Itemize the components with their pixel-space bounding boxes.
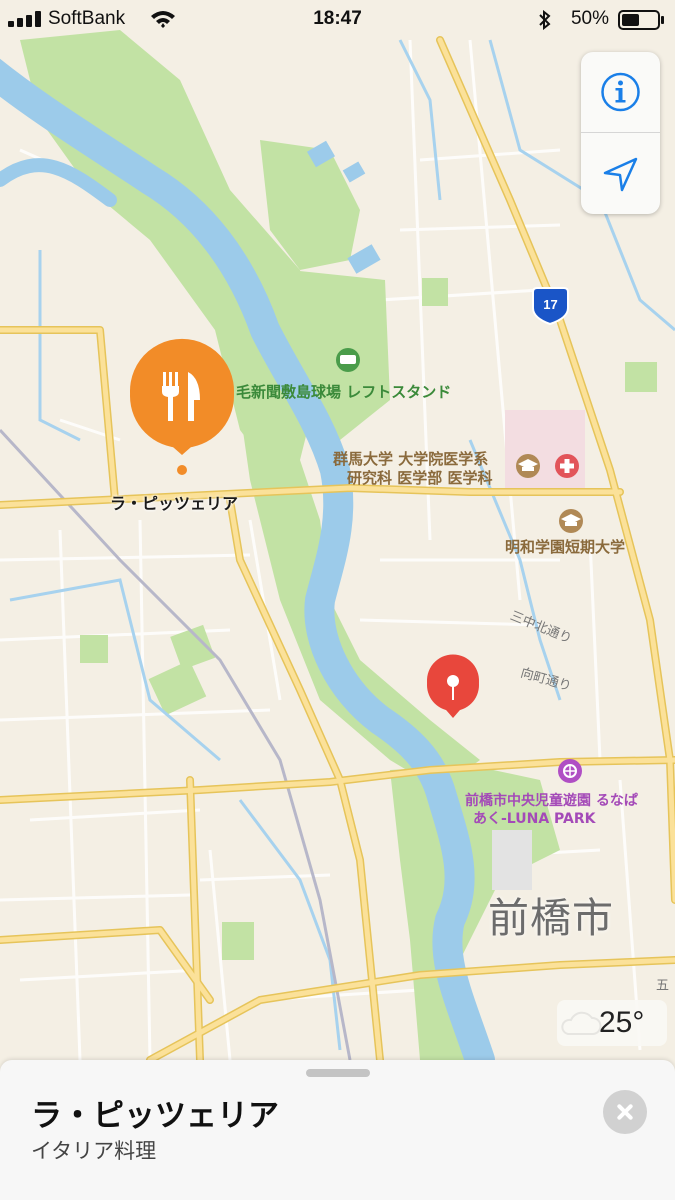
city-label: 前橋市: [488, 894, 614, 942]
location-button[interactable]: [581, 133, 660, 213]
stadium-icon[interactable]: [336, 348, 360, 372]
place-title: ラ・ピッツェリア: [31, 1098, 279, 1134]
battery-percent: 50%: [570, 8, 609, 29]
battery-icon: [618, 10, 664, 30]
map-controls: [581, 52, 660, 214]
weather-badge: 25°: [557, 1000, 667, 1046]
highway-shield[interactable]: 17: [532, 287, 569, 326]
park-label-line1[interactable]: 前橋市中央児童遊園 るなぱ: [465, 792, 638, 810]
close-button[interactable]: [603, 1090, 647, 1134]
park-label-line2[interactable]: あく-LUNA PARK: [473, 810, 595, 828]
college-label[interactable]: 明和学園短期大学: [505, 538, 625, 557]
info-button[interactable]: [581, 52, 660, 132]
building-area: [492, 830, 532, 890]
park-icon[interactable]: [558, 759, 582, 783]
info-icon: [601, 72, 640, 112]
university-icon[interactable]: [516, 454, 540, 478]
temperature: 25°: [599, 1006, 645, 1039]
edge-road-label: 五: [653, 978, 668, 991]
sheet-grabber[interactable]: [306, 1069, 370, 1077]
place-card[interactable]: ラ・ピッツェリア イタリア料理: [0, 1060, 675, 1200]
place-category: イタリア料理: [31, 1139, 157, 1163]
university-label-line1[interactable]: 群馬大学 大学院医学系: [333, 450, 488, 469]
restaurant-map-label[interactable]: ラ・ピッツェリア: [110, 490, 238, 514]
location-arrow-icon: [603, 157, 638, 192]
bluetooth-icon: [539, 10, 551, 30]
college-icon[interactable]: [559, 509, 583, 533]
highway-number: 17: [543, 297, 557, 312]
hospital-icon[interactable]: [555, 454, 579, 478]
university-area: [505, 410, 585, 490]
status-bar: SoftBank 18:47 50%: [0, 0, 675, 38]
stadium-label[interactable]: 毛新聞敷島球場 レフトスタンド: [236, 381, 451, 402]
university-label-line2[interactable]: 研究科 医学部 医学科: [347, 469, 492, 488]
